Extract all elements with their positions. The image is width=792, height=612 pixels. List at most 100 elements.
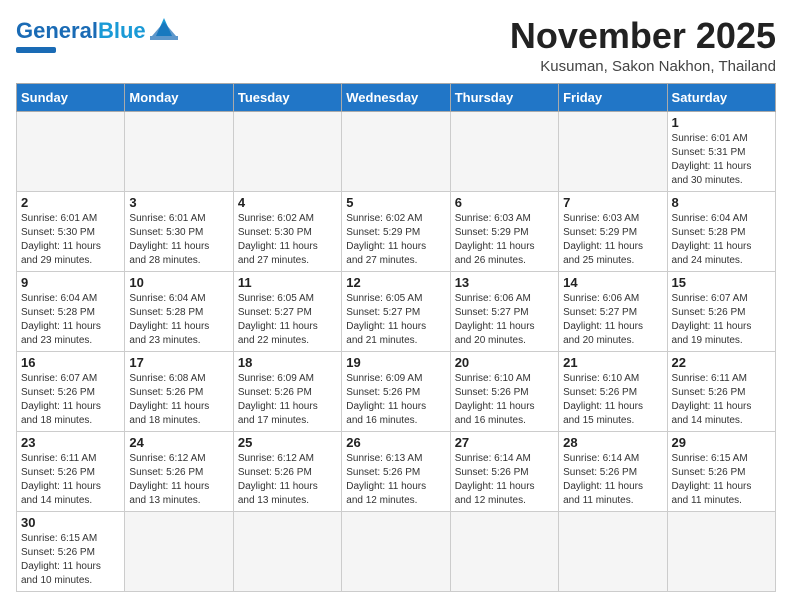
calendar-day-cell: 12Sunrise: 6:05 AM Sunset: 5:27 PM Dayli… [342, 271, 450, 351]
calendar-day-cell: 8 Sunrise: 6:04 AM Sunset: 5:28 PM Daylig… [667, 191, 775, 271]
day-number: 18 [238, 355, 337, 370]
day-info: Sunrise: 6:05 AM Sunset: 5:27 PM Dayligh… [238, 292, 337, 348]
weekday-header: Saturday [667, 83, 775, 111]
day-info: Sunrise: 6:08 AM Sunset: 5:26 PM Dayligh… [129, 372, 228, 428]
calendar-week-row: 30Sunrise: 6:15 AM Sunset: 5:26 PM Dayli… [17, 511, 776, 591]
calendar-day-cell [342, 111, 450, 191]
page-header: GeneralBlue November 2025 Kusuman, Sakon… [16, 16, 776, 75]
day-number: 11 [238, 275, 337, 290]
day-number: 12 [346, 275, 445, 290]
calendar-day-cell: 27 Sunrise: 6:14 AM Sunset: 5:26 PM Dayli… [450, 431, 558, 511]
day-number: 15 [672, 275, 771, 290]
calendar-day-cell: 2 Sunrise: 6:01 AM Sunset: 5:30 PM Daylig… [17, 191, 125, 271]
calendar-day-cell [667, 511, 775, 591]
day-info: Sunrise: 6:10 AM Sunset: 5:26 PM Dayligh… [455, 372, 554, 428]
calendar-day-cell: 11 Sunrise: 6:05 AM Sunset: 5:27 PM Dayli… [233, 271, 341, 351]
calendar-day-cell: 23 Sunrise: 6:11 AM Sunset: 5:26 PM Dayli… [17, 431, 125, 511]
day-info: Sunrise: 6:11 AM Sunset: 5:26 PM Dayligh… [672, 372, 771, 428]
calendar-day-cell [233, 111, 341, 191]
calendar-day-cell: 25 Sunrise: 6:12 AM Sunset: 5:26 PM Dayli… [233, 431, 341, 511]
calendar-day-cell: 21 Sunrise: 6:10 AM Sunset: 5:26 PM Dayli… [559, 351, 667, 431]
day-number: 29 [672, 435, 771, 450]
day-info: Sunrise: 6:04 AM Sunset: 5:28 PM Dayligh… [672, 212, 771, 268]
day-number: 21 [563, 355, 662, 370]
day-number: 9 [21, 275, 120, 290]
day-number: 14 [563, 275, 662, 290]
day-number: 27 [455, 435, 554, 450]
day-number: 30 [21, 515, 120, 530]
day-info: Sunrise: 6:15 AM Sunset: 5:26 PM Dayligh… [672, 452, 771, 508]
calendar-day-cell [233, 511, 341, 591]
calendar-day-cell [559, 511, 667, 591]
day-info: Sunrise: 6:03 AM Sunset: 5:29 PM Dayligh… [455, 212, 554, 268]
day-number: 6 [455, 195, 554, 210]
day-number: 7 [563, 195, 662, 210]
calendar-day-cell [125, 511, 233, 591]
calendar-day-cell: 5 Sunrise: 6:02 AM Sunset: 5:29 PM Daylig… [342, 191, 450, 271]
day-info: Sunrise: 6:12 AM Sunset: 5:26 PM Dayligh… [238, 452, 337, 508]
day-info: Sunrise: 6:04 AM Sunset: 5:28 PM Dayligh… [21, 292, 120, 348]
logo: GeneralBlue [16, 16, 178, 53]
day-number: 26 [346, 435, 445, 450]
calendar-day-cell: 19Sunrise: 6:09 AM Sunset: 5:26 PM Dayli… [342, 351, 450, 431]
calendar-day-cell: 30Sunrise: 6:15 AM Sunset: 5:26 PM Dayli… [17, 511, 125, 591]
weekday-header: Tuesday [233, 83, 341, 111]
calendar-day-cell [559, 111, 667, 191]
day-number: 25 [238, 435, 337, 450]
weekday-header: Friday [559, 83, 667, 111]
calendar-day-cell [125, 111, 233, 191]
day-info: Sunrise: 6:01 AM Sunset: 5:31 PM Dayligh… [672, 132, 771, 188]
day-info: Sunrise: 6:03 AM Sunset: 5:29 PM Dayligh… [563, 212, 662, 268]
calendar-day-cell: 28Sunrise: 6:14 AM Sunset: 5:26 PM Dayli… [559, 431, 667, 511]
weekday-header: Monday [125, 83, 233, 111]
day-number: 8 [672, 195, 771, 210]
logo-bar [16, 47, 56, 53]
calendar-week-row: 9 Sunrise: 6:04 AM Sunset: 5:28 PM Daylig… [17, 271, 776, 351]
calendar-day-cell: 29 Sunrise: 6:15 AM Sunset: 5:26 PM Dayli… [667, 431, 775, 511]
day-info: Sunrise: 6:01 AM Sunset: 5:30 PM Dayligh… [129, 212, 228, 268]
day-number: 13 [455, 275, 554, 290]
month-title: November 2025 [510, 16, 776, 56]
day-number: 4 [238, 195, 337, 210]
day-info: Sunrise: 6:02 AM Sunset: 5:30 PM Dayligh… [238, 212, 337, 268]
day-number: 5 [346, 195, 445, 210]
day-info: Sunrise: 6:01 AM Sunset: 5:30 PM Dayligh… [21, 212, 120, 268]
calendar-day-cell [17, 111, 125, 191]
location-title: Kusuman, Sakon Nakhon, Thailand [510, 58, 776, 75]
calendar-day-cell: 9 Sunrise: 6:04 AM Sunset: 5:28 PM Daylig… [17, 271, 125, 351]
day-number: 17 [129, 355, 228, 370]
day-number: 23 [21, 435, 120, 450]
day-info: Sunrise: 6:14 AM Sunset: 5:26 PM Dayligh… [455, 452, 554, 508]
calendar-day-cell: 3 Sunrise: 6:01 AM Sunset: 5:30 PM Daylig… [125, 191, 233, 271]
day-info: Sunrise: 6:12 AM Sunset: 5:26 PM Dayligh… [129, 452, 228, 508]
calendar-day-cell: 26 Sunrise: 6:13 AM Sunset: 5:26 PM Dayli… [342, 431, 450, 511]
calendar-week-row: 2 Sunrise: 6:01 AM Sunset: 5:30 PM Daylig… [17, 191, 776, 271]
day-number: 19 [346, 355, 445, 370]
calendar-day-cell: 20 Sunrise: 6:10 AM Sunset: 5:26 PM Dayli… [450, 351, 558, 431]
day-info: Sunrise: 6:04 AM Sunset: 5:28 PM Dayligh… [129, 292, 228, 348]
calendar-day-cell: 7 Sunrise: 6:03 AM Sunset: 5:29 PM Daylig… [559, 191, 667, 271]
day-number: 16 [21, 355, 120, 370]
day-info: Sunrise: 6:07 AM Sunset: 5:26 PM Dayligh… [21, 372, 120, 428]
calendar-day-cell: 16 Sunrise: 6:07 AM Sunset: 5:26 PM Dayli… [17, 351, 125, 431]
logo-icon [150, 12, 178, 40]
calendar-day-cell: 4 Sunrise: 6:02 AM Sunset: 5:30 PM Daylig… [233, 191, 341, 271]
calendar-day-cell: 13 Sunrise: 6:06 AM Sunset: 5:27 PM Dayli… [450, 271, 558, 351]
day-number: 2 [21, 195, 120, 210]
day-info: Sunrise: 6:06 AM Sunset: 5:27 PM Dayligh… [563, 292, 662, 348]
day-info: Sunrise: 6:02 AM Sunset: 5:29 PM Dayligh… [346, 212, 445, 268]
day-info: Sunrise: 6:13 AM Sunset: 5:26 PM Dayligh… [346, 452, 445, 508]
title-block: November 2025 Kusuman, Sakon Nakhon, Tha… [510, 16, 776, 75]
day-number: 3 [129, 195, 228, 210]
day-info: Sunrise: 6:11 AM Sunset: 5:26 PM Dayligh… [21, 452, 120, 508]
calendar-week-row: 1 Sunrise: 6:01 AM Sunset: 5:31 PM Daylig… [17, 111, 776, 191]
day-info: Sunrise: 6:10 AM Sunset: 5:26 PM Dayligh… [563, 372, 662, 428]
weekday-header: Sunday [17, 83, 125, 111]
day-number: 1 [672, 115, 771, 130]
calendar-week-row: 23 Sunrise: 6:11 AM Sunset: 5:26 PM Dayli… [17, 431, 776, 511]
weekday-header-row: SundayMondayTuesdayWednesdayThursdayFrid… [17, 83, 776, 111]
weekday-header: Thursday [450, 83, 558, 111]
day-number: 20 [455, 355, 554, 370]
day-info: Sunrise: 6:06 AM Sunset: 5:27 PM Dayligh… [455, 292, 554, 348]
calendar-day-cell: 1 Sunrise: 6:01 AM Sunset: 5:31 PM Daylig… [667, 111, 775, 191]
